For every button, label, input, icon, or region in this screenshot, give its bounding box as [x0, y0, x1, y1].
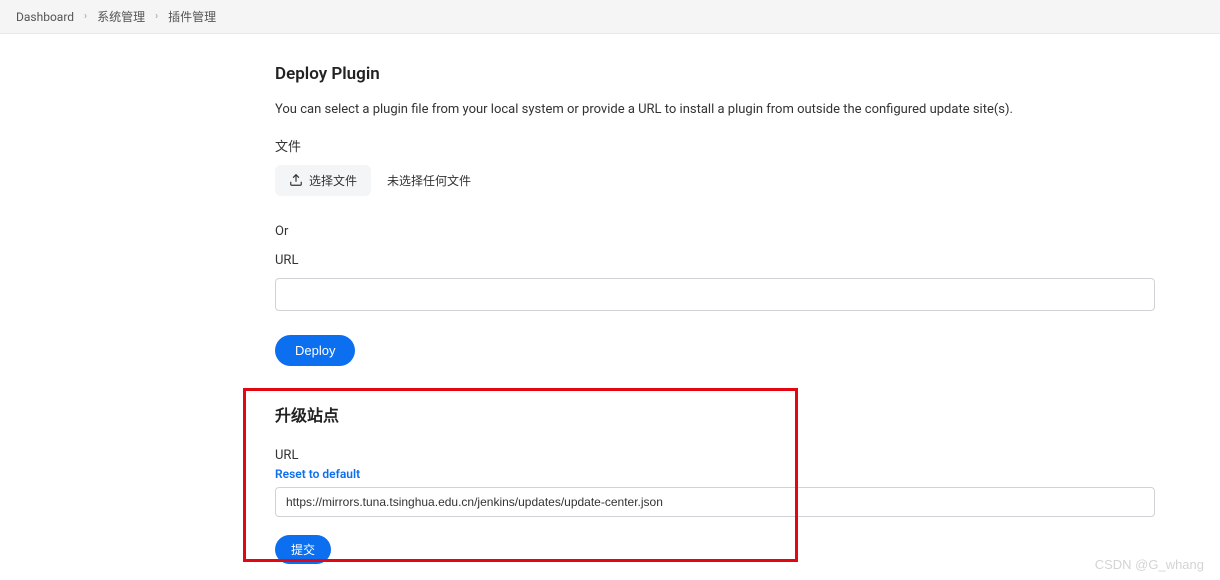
deploy-button[interactable]: Deploy — [275, 335, 355, 366]
upgrade-site-section: 升级站点 URL Reset to default 提交 — [275, 402, 1180, 564]
url-label: URL — [275, 253, 1180, 268]
choose-file-button[interactable]: 选择文件 — [275, 165, 371, 196]
upgrade-url-label: URL — [275, 448, 1180, 463]
file-chooser-row: 选择文件 未选择任何文件 — [275, 165, 1180, 196]
choose-file-label: 选择文件 — [309, 172, 357, 189]
reset-to-default-link[interactable]: Reset to default — [275, 467, 360, 481]
upload-icon — [289, 173, 303, 187]
chevron-right-icon: › — [155, 11, 158, 22]
submit-button[interactable]: 提交 — [275, 535, 331, 564]
watermark: CSDN @G_whang — [1095, 557, 1204, 572]
deploy-plugin-title: Deploy Plugin — [275, 64, 1180, 84]
breadcrumb: Dashboard › 系统管理 › 插件管理 — [0, 0, 1220, 34]
breadcrumb-plugin-management[interactable]: 插件管理 — [168, 8, 216, 25]
breadcrumb-dashboard[interactable]: Dashboard — [16, 10, 74, 24]
main-content: Deploy Plugin You can select a plugin fi… — [0, 34, 1180, 564]
chevron-right-icon: › — [84, 11, 87, 22]
or-text: Or — [275, 224, 1180, 239]
breadcrumb-system-management[interactable]: 系统管理 — [97, 8, 145, 25]
no-file-selected-text: 未选择任何文件 — [387, 172, 471, 189]
upgrade-url-input[interactable] — [275, 487, 1155, 517]
file-label: 文件 — [275, 136, 1180, 155]
deploy-description: You can select a plugin file from your l… — [275, 100, 1180, 120]
deploy-url-input[interactable] — [275, 278, 1155, 311]
upgrade-site-title: 升级站点 — [275, 402, 1180, 426]
